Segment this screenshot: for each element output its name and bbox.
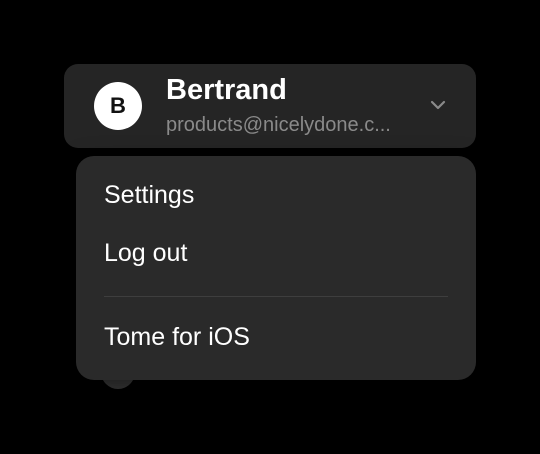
account-dropdown-menu: Settings Log out Tome for iOS	[76, 156, 476, 380]
account-email: products@nicelydone.c...	[166, 114, 391, 136]
menu-divider	[104, 296, 448, 297]
chevron-down-icon[interactable]	[428, 95, 448, 115]
workspace-switcher: Personal B Bertrand products@nicelydone.…	[0, 0, 540, 454]
avatar: B	[94, 82, 142, 130]
account-name: Bertrand	[166, 74, 287, 106]
account-switcher-button[interactable]: B Bertrand products@nicelydone.c...	[64, 64, 476, 148]
menu-item-settings[interactable]: Settings	[104, 181, 194, 210]
avatar-initial: B	[110, 93, 126, 118]
menu-item-log-out[interactable]: Log out	[104, 239, 187, 268]
menu-item-tome-for-ios[interactable]: Tome for iOS	[104, 323, 250, 352]
